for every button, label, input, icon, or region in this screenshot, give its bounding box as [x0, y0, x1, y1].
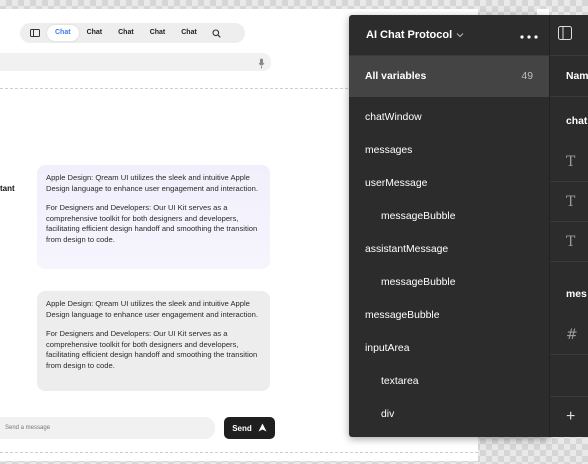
send-button[interactable]: Send	[224, 417, 275, 439]
group-item-textarea[interactable]: textarea	[349, 365, 549, 398]
collection-selector[interactable]: AI Chat Protocol	[366, 29, 464, 41]
text-type-icon: T	[550, 182, 588, 222]
group-item-messagebubble[interactable]: messageBubble	[349, 266, 549, 299]
add-variable-icon[interactable]: +	[550, 396, 588, 437]
group-item-messagebubble[interactable]: messageBubble	[349, 299, 549, 332]
more-options-icon[interactable]	[520, 26, 538, 44]
column-header-name: Nam	[566, 70, 588, 82]
group-item-messagebubble[interactable]: messageBubble	[349, 200, 549, 233]
assistant-message-bubble: Apple Design: Qream UI utilizes the slee…	[37, 165, 270, 269]
assistant-sender-label: tant	[0, 184, 15, 193]
sidebar-toggle-icon[interactable]	[23, 25, 47, 41]
tab-chat[interactable]: Chat	[47, 25, 79, 41]
send-label: Send	[232, 423, 252, 433]
group-heading: mes	[566, 289, 587, 300]
group-heading: chat	[566, 116, 588, 127]
search-icon[interactable]	[205, 25, 229, 41]
message-paragraph: For Designers and Developers: Our UI Kit…	[46, 329, 258, 370]
number-type-icon: #	[550, 315, 588, 355]
text-type-icon: T	[550, 222, 588, 262]
sidebar-toggle-icon[interactable]	[558, 25, 572, 45]
group-item-assistantmessage[interactable]: assistantMessage	[349, 233, 549, 266]
group-item-div[interactable]: div	[349, 398, 549, 431]
send-icon	[258, 423, 267, 434]
chevron-down-icon	[456, 29, 464, 41]
message-paragraph: Apple Design: Qream UI utilizes the slee…	[46, 173, 258, 193]
tab-chat[interactable]: Chat	[173, 25, 205, 41]
message-paragraph: Apple Design: Qream UI utilizes the slee…	[46, 299, 258, 319]
variables-count: 49	[521, 71, 533, 82]
text-type-icon: T	[550, 142, 588, 182]
microphone-icon[interactable]	[258, 56, 265, 74]
panel-header: AI Chat Protocol	[349, 15, 549, 56]
divider	[0, 452, 478, 453]
all-variables-item[interactable]: All variables 49	[349, 56, 549, 97]
address-field[interactable]	[0, 53, 271, 71]
tab-chat[interactable]: Chat	[79, 25, 111, 41]
collection-title: AI Chat Protocol	[366, 29, 453, 41]
tab-bar: Chat Chat Chat Chat Chat	[20, 23, 245, 43]
group-item-inputarea[interactable]: inputArea	[349, 332, 549, 365]
table-header-bar	[550, 15, 588, 56]
all-variables-label: All variables	[365, 71, 427, 82]
tab-chat[interactable]: Chat	[110, 25, 142, 41]
tab-chat[interactable]: Chat	[142, 25, 174, 41]
variables-panel: AI Chat Protocol All variables 49 chatWi…	[349, 15, 549, 437]
message-input[interactable]: Send a message	[0, 417, 215, 439]
message-bubble: Apple Design: Qream UI utilizes the slee…	[37, 291, 270, 391]
group-item-chatwindow[interactable]: chatWindow	[349, 101, 549, 134]
variables-table: Nam chat T T T mes # +	[549, 15, 588, 437]
group-item-messages[interactable]: messages	[349, 134, 549, 167]
message-paragraph: For Designers and Developers: Our UI Kit…	[46, 203, 258, 244]
group-item-usermessage[interactable]: userMessage	[349, 167, 549, 200]
